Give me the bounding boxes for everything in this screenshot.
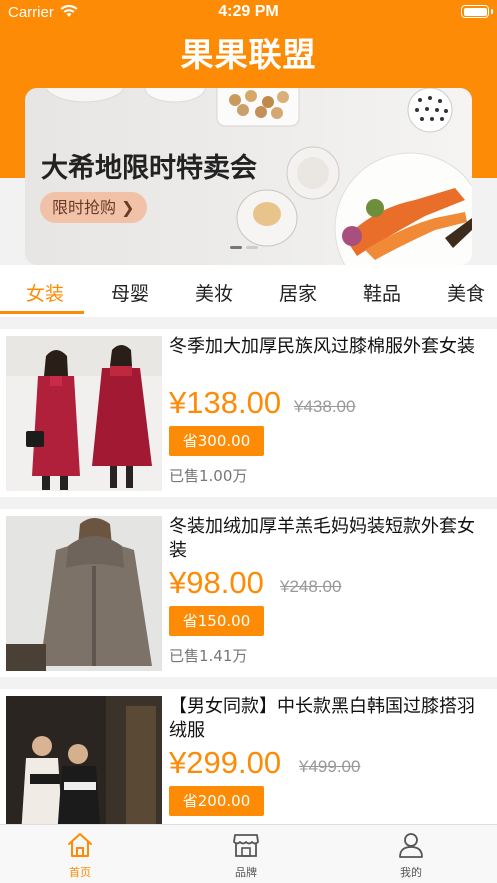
app-title: 果果联盟 xyxy=(180,35,317,74)
savings-badge[interactable]: 省300.00 xyxy=(169,426,264,456)
original-price: ¥499.00 xyxy=(299,757,361,776)
savings-badge[interactable]: 省200.00 xyxy=(169,786,264,816)
product-image[interactable] xyxy=(6,336,162,491)
product-title[interactable]: 【男女同款】中长款黑白韩国过膝搭羽绒服 xyxy=(169,695,487,743)
carousel-indicator xyxy=(230,246,258,249)
tab-beauty[interactable]: 美妆 xyxy=(195,279,233,306)
banner-title: 大希地限时特卖会 xyxy=(41,153,257,184)
product-title[interactable]: 冬季加大加厚民族风过膝棉服外套女装 xyxy=(169,335,487,359)
savings-badge[interactable]: 省150.00 xyxy=(169,606,264,636)
home-icon xyxy=(68,833,92,857)
original-price: ¥248.00 xyxy=(280,577,342,596)
product-card[interactable]: 冬季加大加厚民族风过膝棉服外套女装 ¥138.00 ¥438.00 省300.0… xyxy=(0,329,497,497)
category-tabs: 女装 母婴 美妆 居家 鞋品 美食 xyxy=(0,265,497,317)
product-price: ¥299.00 xyxy=(169,745,282,780)
store-icon xyxy=(233,834,259,857)
product-price: ¥98.00 xyxy=(169,565,264,600)
tab-home[interactable]: 居家 xyxy=(279,279,317,306)
clock: 4:29 PM xyxy=(218,3,279,20)
tab-shoes[interactable]: 鞋品 xyxy=(363,279,401,306)
nav-profile-label: 我的 xyxy=(400,866,422,879)
battery-icon xyxy=(461,5,493,18)
tab-womens-wear[interactable]: 女装 xyxy=(26,279,64,306)
nav-brands-label: 品牌 xyxy=(235,866,257,879)
tab-food[interactable]: 美食 xyxy=(447,279,485,306)
promo-banner[interactable]: 大希地限时特卖会 限时抢购 ❯ xyxy=(25,88,472,265)
status-bar: Carrier 4:29 PM xyxy=(0,0,497,26)
bottom-tab-bar: 首页 品牌 我的 xyxy=(0,824,497,883)
product-image[interactable] xyxy=(6,516,162,671)
product-title[interactable]: 冬装加绒加厚羊羔毛妈妈装短款外套女装 xyxy=(169,515,487,563)
sold-count: 已售1.00万 xyxy=(169,467,248,485)
flash-sale-button[interactable]: 限时抢购 ❯ xyxy=(40,192,147,223)
nav-profile[interactable]: 我的 xyxy=(371,831,451,880)
sold-count: 已售1.41万 xyxy=(169,647,248,665)
nav-brands[interactable]: 品牌 xyxy=(206,831,286,880)
nav-home-label: 首页 xyxy=(69,866,91,879)
tab-indicator xyxy=(0,311,84,314)
product-card[interactable]: 冬装加绒加厚羊羔毛妈妈装短款外套女装 ¥98.00 ¥248.00 省150.0… xyxy=(0,509,497,677)
tab-mother-baby[interactable]: 母婴 xyxy=(111,279,149,306)
nav-home[interactable]: 首页 xyxy=(40,831,120,880)
original-price: ¥438.00 xyxy=(294,397,356,416)
user-icon xyxy=(399,833,423,858)
product-price: ¥138.00 xyxy=(169,385,282,420)
